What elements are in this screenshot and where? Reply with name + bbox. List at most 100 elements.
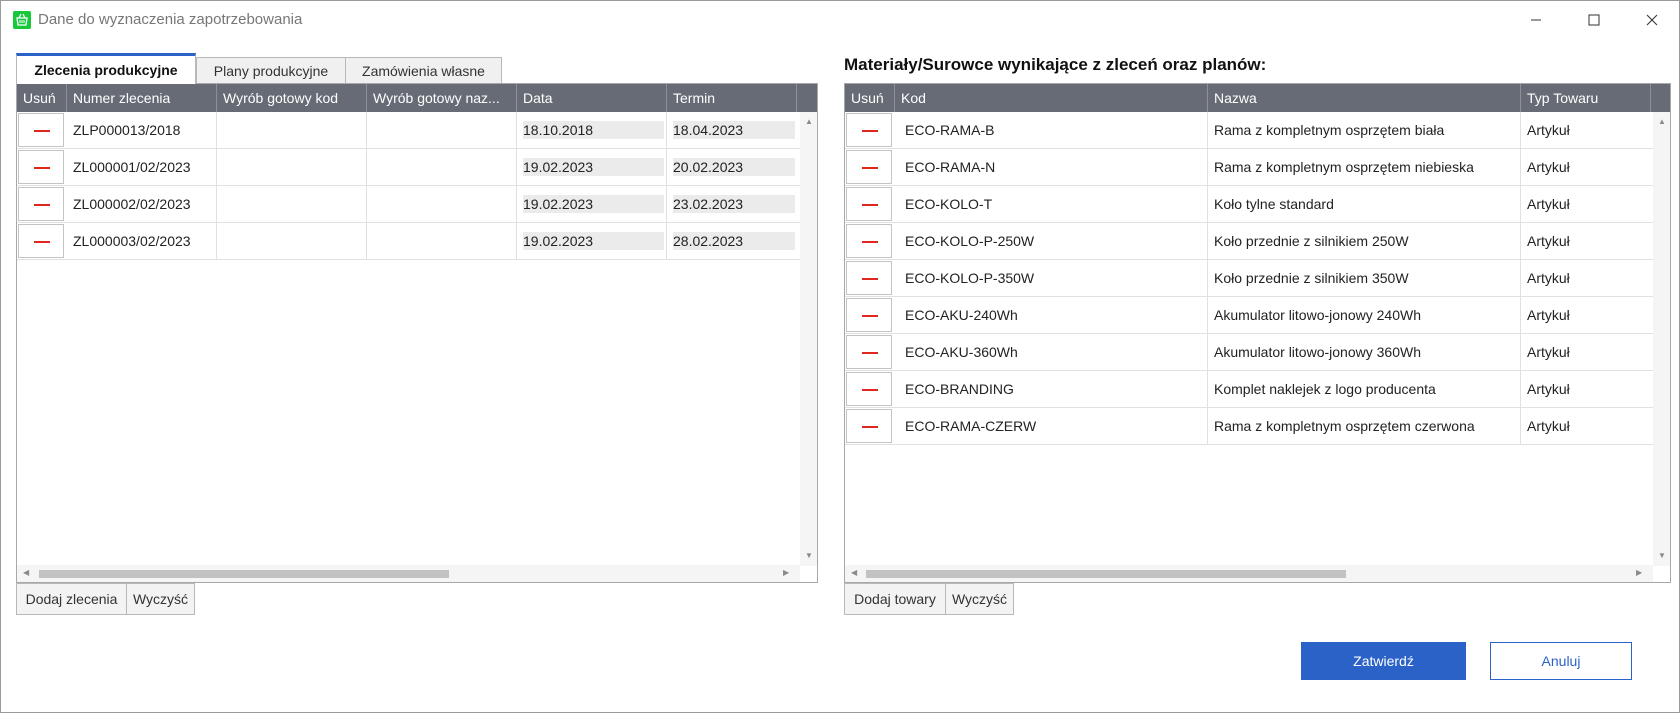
kod-cell: ECO-KOLO-P-250W (895, 223, 1208, 259)
window-title: Dane do wyznaczenia zapotrzebowania (38, 11, 303, 28)
scroll-up-icon[interactable]: ▲ (1658, 118, 1666, 126)
horizontal-scrollbar[interactable]: ◀ ▶ (17, 565, 800, 582)
scroll-thumb[interactable] (39, 570, 449, 578)
delete-row-button[interactable] (18, 187, 64, 221)
termin-cell: 23.02.2023 (673, 195, 795, 213)
kod-cell: ECO-RAMA-CZERW (895, 408, 1208, 444)
nazwa-cell: Koło tylne standard (1208, 186, 1521, 222)
table-row[interactable]: ECO-RAMA-CZERW Rama z kompletnym osprzęt… (845, 408, 1670, 445)
basket-icon (13, 11, 31, 29)
table-row[interactable]: ECO-BRANDING Komplet naklejek z logo pro… (845, 371, 1670, 408)
wyrob-nazwa-cell (367, 112, 517, 148)
column-header-kod[interactable]: Kod (895, 84, 1208, 112)
typ-cell: Artykuł (1527, 270, 1570, 286)
delete-row-button[interactable] (846, 113, 892, 147)
numer-cell: ZL000001/02/2023 (67, 149, 217, 185)
table-row[interactable]: ZL000002/02/2023 19.02.2023 23.02.2023 (17, 186, 817, 223)
cancel-button[interactable]: Anuluj (1490, 642, 1632, 680)
clear-items-button[interactable]: Wyczyść (945, 583, 1014, 615)
scroll-left-icon[interactable]: ◀ (23, 569, 29, 577)
table-row[interactable]: ECO-AKU-240Wh Akumulator litowo-jonowy 2… (845, 297, 1670, 334)
close-icon (1646, 14, 1658, 26)
table-row[interactable]: ECO-KOLO-T Koło tylne standard Artykuł (845, 186, 1670, 223)
vertical-scrollbar[interactable]: ▲ ▼ (1653, 112, 1670, 566)
nazwa-cell: Rama z kompletnym osprzętem niebieska (1208, 149, 1521, 185)
maximize-button[interactable] (1566, 1, 1622, 39)
add-items-button[interactable]: Dodaj towary (844, 583, 946, 615)
column-header-typ-towaru[interactable]: Typ Towaru (1521, 84, 1651, 112)
wyrob-nazwa-cell (367, 149, 517, 185)
add-orders-button[interactable]: Dodaj zlecenia (16, 583, 127, 615)
typ-cell: Artykuł (1527, 122, 1570, 138)
scroll-up-icon[interactable]: ▲ (805, 118, 813, 126)
nazwa-cell: Akumulator litowo-jonowy 360Wh (1208, 334, 1521, 370)
table-row[interactable]: ECO-AKU-360Wh Akumulator litowo-jonowy 3… (845, 334, 1670, 371)
wyrob-kod-cell (217, 112, 367, 148)
typ-cell: Artykuł (1527, 196, 1570, 212)
tab-zlecenia-produkcyjne[interactable]: Zlecenia produkcyjne (16, 53, 196, 84)
kod-cell: ECO-BRANDING (895, 371, 1208, 407)
data-cell: 18.10.2018 (523, 121, 664, 139)
table-row[interactable]: ZL000003/02/2023 19.02.2023 28.02.2023 (17, 223, 817, 260)
vertical-scrollbar[interactable]: ▲ ▼ (800, 112, 817, 566)
column-header-usun[interactable]: Usuń (17, 84, 67, 112)
termin-cell: 28.02.2023 (673, 232, 795, 250)
scroll-down-icon[interactable]: ▼ (1658, 552, 1666, 560)
delete-row-button[interactable] (846, 409, 892, 443)
kod-cell: ECO-AKU-240Wh (895, 297, 1208, 333)
delete-row-button[interactable] (846, 372, 892, 406)
title-bar: Dane do wyznaczenia zapotrzebowania (1, 1, 1679, 39)
orders-grid-header: Usuń Numer zlecenia Wyrób gotowy kod Wyr… (17, 84, 817, 112)
delete-row-button[interactable] (846, 298, 892, 332)
delete-row-button[interactable] (18, 150, 64, 184)
tab-plany-produkcyjne[interactable]: Plany produkcyjne (196, 57, 346, 84)
delete-row-button[interactable] (846, 335, 892, 369)
column-header-nazwa[interactable]: Nazwa (1208, 84, 1521, 112)
table-row[interactable]: ECO-RAMA-N Rama z kompletnym osprzętem n… (845, 149, 1670, 186)
delete-row-button[interactable] (846, 187, 892, 221)
tab-zamowienia-wlasne[interactable]: Zamówienia własne (345, 57, 502, 84)
scroll-down-icon[interactable]: ▼ (805, 552, 813, 560)
typ-cell: Artykuł (1527, 344, 1570, 360)
table-row[interactable]: ZLP000013/2018 18.10.2018 18.04.2023 (17, 112, 817, 149)
delete-row-button[interactable] (18, 113, 64, 147)
table-row[interactable]: ECO-RAMA-B Rama z kompletnym osprzętem b… (845, 112, 1670, 149)
scroll-right-icon[interactable]: ▶ (1636, 569, 1642, 577)
scroll-right-icon[interactable]: ▶ (783, 569, 789, 577)
wyrob-kod-cell (217, 186, 367, 222)
kod-cell: ECO-RAMA-N (895, 149, 1208, 185)
horizontal-scrollbar[interactable]: ◀ ▶ (845, 565, 1653, 582)
minimize-button[interactable] (1508, 1, 1564, 39)
kod-cell: ECO-KOLO-P-350W (895, 260, 1208, 296)
clear-orders-button[interactable]: Wyczyść (126, 583, 195, 615)
materials-grid: Usuń Kod Nazwa Typ Towaru ECO-RAMA-B Ram… (844, 83, 1671, 583)
orders-grid: Usuń Numer zlecenia Wyrób gotowy kod Wyr… (16, 83, 818, 583)
column-header-wyrob-nazwa[interactable]: Wyrób gotowy naz... (367, 84, 517, 112)
column-header-wyrob-kod[interactable]: Wyrób gotowy kod (217, 84, 367, 112)
delete-row-button[interactable] (18, 224, 64, 258)
column-header-usun[interactable]: Usuń (845, 84, 895, 112)
scroll-left-icon[interactable]: ◀ (851, 569, 857, 577)
column-header-termin[interactable]: Termin (667, 84, 797, 112)
wyrob-nazwa-cell (367, 186, 517, 222)
close-button[interactable] (1624, 1, 1680, 39)
kod-cell: ECO-KOLO-T (895, 186, 1208, 222)
delete-row-button[interactable] (846, 224, 892, 258)
nazwa-cell: Komplet naklejek z logo producenta (1208, 371, 1521, 407)
data-cell: 19.02.2023 (523, 158, 664, 176)
table-row[interactable]: ECO-KOLO-P-250W Koło przednie z silnikie… (845, 223, 1670, 260)
table-row[interactable]: ZL000001/02/2023 19.02.2023 20.02.2023 (17, 149, 817, 186)
typ-cell: Artykuł (1527, 381, 1570, 397)
delete-row-button[interactable] (846, 261, 892, 295)
nazwa-cell: Koło przednie z silnikiem 350W (1208, 260, 1521, 296)
materials-grid-header: Usuń Kod Nazwa Typ Towaru (845, 84, 1670, 112)
numer-cell: ZLP000013/2018 (67, 112, 217, 148)
column-header-numer-zlecenia[interactable]: Numer zlecenia (67, 84, 217, 112)
minimize-icon (1531, 19, 1541, 21)
table-row[interactable]: ECO-KOLO-P-350W Koło przednie z silnikie… (845, 260, 1670, 297)
wyrob-kod-cell (217, 149, 367, 185)
confirm-button[interactable]: Zatwierdź (1301, 642, 1466, 680)
delete-row-button[interactable] (846, 150, 892, 184)
scroll-thumb[interactable] (866, 570, 1346, 578)
column-header-data[interactable]: Data (517, 84, 667, 112)
